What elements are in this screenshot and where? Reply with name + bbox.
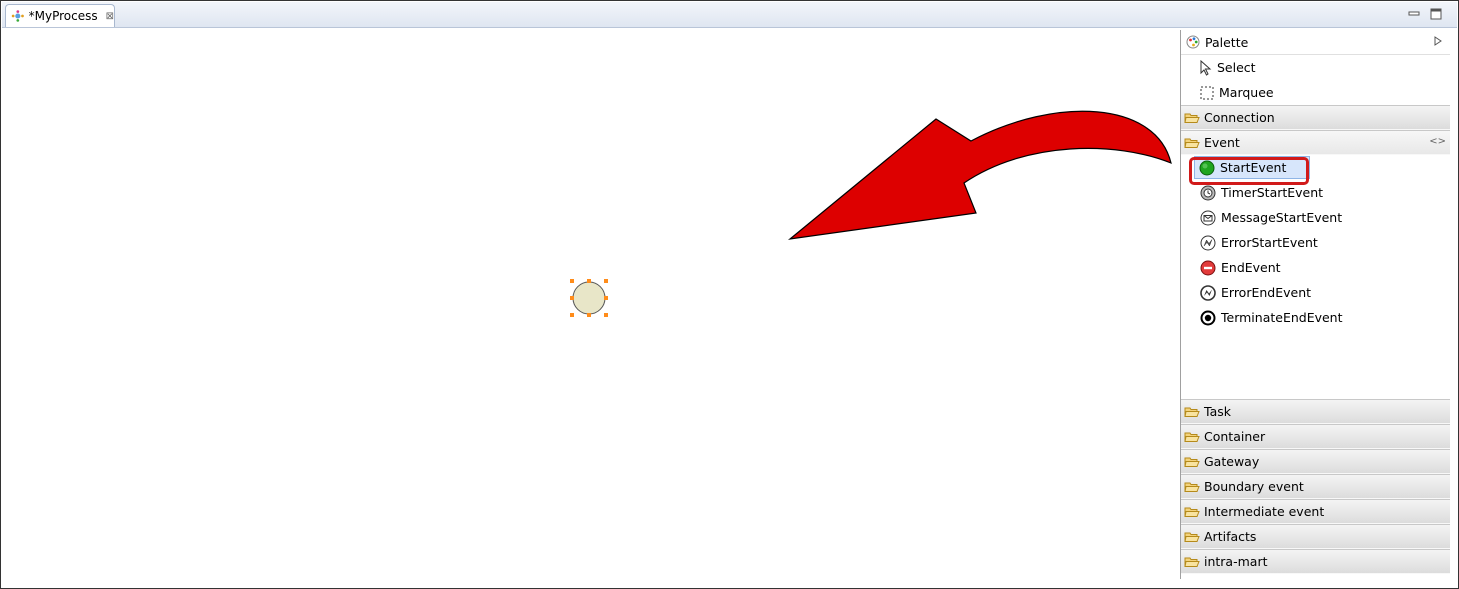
- drawer-label: Task: [1204, 404, 1231, 419]
- tool-label: Select: [1217, 60, 1256, 75]
- tool-marquee[interactable]: Marquee: [1181, 80, 1450, 105]
- drawer-task[interactable]: Task: [1181, 399, 1450, 424]
- tool-message-start-event[interactable]: MessageStartEvent: [1181, 205, 1450, 230]
- highlight-annotation: [1189, 157, 1309, 185]
- folder-icon: [1184, 407, 1200, 417]
- tool-label: ErrorStartEvent: [1221, 235, 1318, 250]
- drawer-event[interactable]: Event <>: [1181, 130, 1450, 155]
- tool-error-start-event[interactable]: ErrorStartEvent: [1181, 230, 1450, 255]
- drawer-intra-mart[interactable]: intra-mart: [1181, 549, 1450, 574]
- tool-error-end-event[interactable]: ErrorEndEvent: [1181, 280, 1450, 305]
- palette-collapse-icon[interactable]: [1434, 36, 1442, 46]
- tool-label: TerminateEndEvent: [1221, 310, 1343, 325]
- drawer-container[interactable]: Container: [1181, 424, 1450, 449]
- tool-label: Marquee: [1219, 85, 1274, 100]
- drawer-label: Event: [1204, 135, 1240, 150]
- marquee-dashed-icon: [1200, 86, 1214, 99]
- drawer-label: Intermediate event: [1204, 504, 1325, 519]
- drawer-boundary-event[interactable]: Boundary event: [1181, 474, 1450, 499]
- tool-label: TimerStartEvent: [1221, 185, 1324, 200]
- end-event-icon: [1200, 260, 1216, 275]
- tab-myprocess[interactable]: *MyProcess ⊠: [5, 4, 115, 27]
- tool-label: ErrorEndEvent: [1221, 285, 1312, 300]
- tool-terminate-end-event[interactable]: TerminateEndEvent: [1181, 305, 1450, 330]
- tool-select[interactable]: Select: [1181, 55, 1450, 80]
- drawer-label: Artifacts: [1204, 529, 1257, 544]
- minimize-icon[interactable]: [1408, 8, 1420, 20]
- editor-window: *MyProcess ⊠ Palette Select Marquee Conn…: [0, 0, 1459, 589]
- tool-end-event[interactable]: EndEvent: [1181, 255, 1450, 280]
- drawer-intermediate-event[interactable]: Intermediate event: [1181, 499, 1450, 524]
- drawer-gateway[interactable]: Gateway: [1181, 449, 1450, 474]
- palette-panel: Palette Select Marquee Connection Event …: [1180, 30, 1450, 579]
- message-start-event-icon: [1200, 210, 1216, 225]
- timer-start-event-icon: [1200, 185, 1216, 200]
- folder-icon: [1184, 557, 1200, 567]
- drawer-artifacts[interactable]: Artifacts: [1181, 524, 1450, 549]
- drawer-label: Boundary event: [1204, 479, 1304, 494]
- folder-icon: [1184, 482, 1200, 492]
- error-end-event-icon: [1200, 284, 1216, 301]
- drawer-label: Connection: [1204, 110, 1275, 125]
- drawer-label: intra-mart: [1204, 554, 1268, 569]
- drawer-label: Container: [1204, 429, 1266, 444]
- maximize-icon[interactable]: [1430, 8, 1442, 20]
- folder-icon: [1184, 432, 1200, 442]
- start-event-node[interactable]: [570, 279, 608, 317]
- drawer-connection[interactable]: Connection: [1181, 105, 1450, 130]
- folder-icon: [1184, 532, 1200, 542]
- pin-drawer-icon[interactable]: <>: [1429, 136, 1446, 147]
- folder-icon: [1184, 507, 1200, 517]
- pointer-arrow-icon: [1200, 59, 1212, 76]
- drawer-label: Gateway: [1204, 454, 1260, 469]
- terminate-end-event-icon: [1200, 310, 1216, 325]
- tool-label: EndEvent: [1221, 260, 1281, 275]
- close-tab-icon[interactable]: ⊠: [106, 11, 114, 22]
- process-diagram-icon: [11, 10, 24, 22]
- tab-title: *MyProcess: [28, 9, 98, 23]
- palette-header[interactable]: Palette: [1181, 30, 1450, 55]
- folder-open-icon: [1184, 138, 1200, 148]
- folder-icon: [1184, 113, 1200, 123]
- curved-pointer-arrow: [787, 110, 1172, 240]
- editor-tab-bar: *MyProcess ⊠: [2, 2, 1457, 28]
- folder-icon: [1184, 457, 1200, 467]
- palette-empty-space: [1181, 330, 1450, 399]
- tool-label: MessageStartEvent: [1221, 210, 1343, 225]
- error-start-event-icon: [1200, 235, 1216, 250]
- palette-icon: [1186, 35, 1200, 49]
- palette-title: Palette: [1205, 34, 1249, 50]
